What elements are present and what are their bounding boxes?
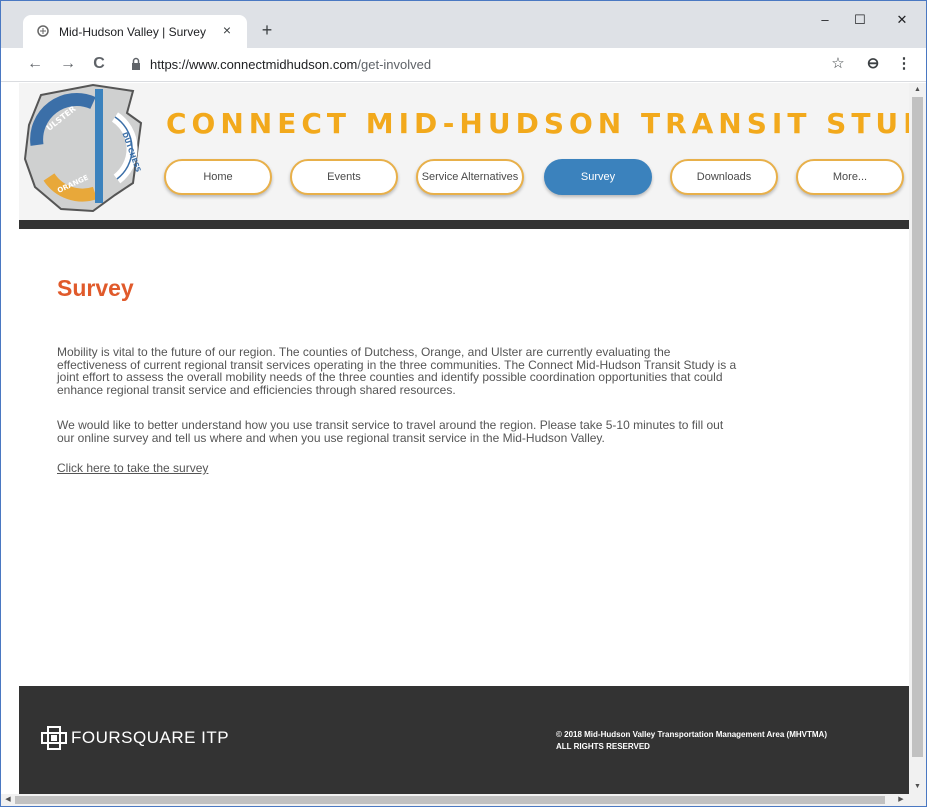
minimize-button[interactable]: –	[811, 9, 839, 31]
nav-service-alternatives-button[interactable]: Service Alternatives	[416, 159, 524, 195]
scroll-right-arrow-icon[interactable]: ▶	[894, 794, 908, 806]
nav-more-button[interactable]: More...	[796, 159, 904, 195]
browser-toolbar: ← → C https://www.connectmidhudson.com/g…	[1, 48, 926, 82]
horizontal-scroll-thumb[interactable]	[15, 796, 885, 804]
menu-dots-icon[interactable]: ⋮	[894, 54, 914, 74]
survey-link[interactable]: Click here to take the survey	[57, 461, 208, 475]
lock-icon	[132, 57, 140, 70]
nav-events-button[interactable]: Events	[290, 159, 398, 195]
header-divider	[19, 220, 909, 229]
tab-strip: Mid-Hudson Valley | Survey × + – ☐ ✕	[1, 1, 926, 48]
intro-paragraph: Mobility is vital to the future of our r…	[57, 345, 737, 397]
tab-close-icon[interactable]: ×	[219, 22, 235, 38]
page-viewport: ULSTER DUTCHESS ORANGE CONNECT MID-HUDSO…	[1, 83, 909, 794]
site-footer: FOURSQUARE ITP © 2018 Mid-Hudson Valley …	[19, 686, 909, 794]
forward-arrow-icon[interactable]: →	[58, 54, 78, 74]
site-title: CONNECT MID-HUDSON TRANSIT STUDY	[166, 107, 909, 140]
vertical-scrollbar[interactable]: ▲ ▼	[909, 83, 926, 794]
transit-study-logo[interactable]: ULSTER DUTCHESS ORANGE	[23, 83, 145, 215]
rights-line: ALL RIGHTS RESERVED	[556, 742, 650, 751]
horizontal-scrollbar[interactable]: ◀ ▶	[1, 794, 926, 806]
browser-window: Mid-Hudson Valley | Survey × + – ☐ ✕ ← →…	[0, 0, 927, 807]
account-icon[interactable]: ⊖	[863, 54, 883, 74]
url-path: /get-involved	[357, 57, 432, 72]
page-title: Survey	[57, 275, 134, 301]
foursquare-logo-icon	[41, 726, 67, 750]
browser-tab[interactable]: Mid-Hudson Valley | Survey ×	[23, 15, 247, 48]
close-window-button[interactable]: ✕	[888, 9, 916, 31]
address-bar[interactable]: https://www.connectmidhudson.com/get-inv…	[150, 57, 431, 72]
reload-icon[interactable]: C	[89, 54, 109, 74]
copyright-line: © 2018 Mid-Hudson Valley Transportation …	[556, 730, 827, 739]
nav-downloads-button[interactable]: Downloads	[670, 159, 778, 195]
favicon-icon	[37, 25, 49, 37]
nav-survey-button[interactable]: Survey	[544, 159, 652, 195]
new-tab-button[interactable]: +	[257, 20, 277, 40]
maximize-button[interactable]: ☐	[846, 9, 874, 31]
scroll-down-arrow-icon[interactable]: ▼	[909, 780, 926, 794]
scroll-left-arrow-icon[interactable]: ◀	[1, 794, 15, 806]
url-host: https://www.connectmidhudson.com	[150, 57, 358, 72]
vertical-scroll-thumb[interactable]	[912, 97, 923, 757]
scroll-up-arrow-icon[interactable]: ▲	[909, 83, 926, 97]
footer-copyright: © 2018 Mid-Hudson Valley Transportation …	[556, 729, 827, 753]
site-header: ULSTER DUTCHESS ORANGE CONNECT MID-HUDSO…	[19, 83, 909, 220]
back-arrow-icon[interactable]: ←	[25, 54, 45, 74]
nav-home-button[interactable]: Home	[164, 159, 272, 195]
bookmark-star-icon[interactable]: ☆	[828, 54, 848, 74]
survey-paragraph: We would like to better understand how y…	[57, 418, 724, 445]
tab-title: Mid-Hudson Valley | Survey	[59, 25, 206, 39]
footer-brand[interactable]: FOURSQUARE ITP	[71, 728, 229, 748]
